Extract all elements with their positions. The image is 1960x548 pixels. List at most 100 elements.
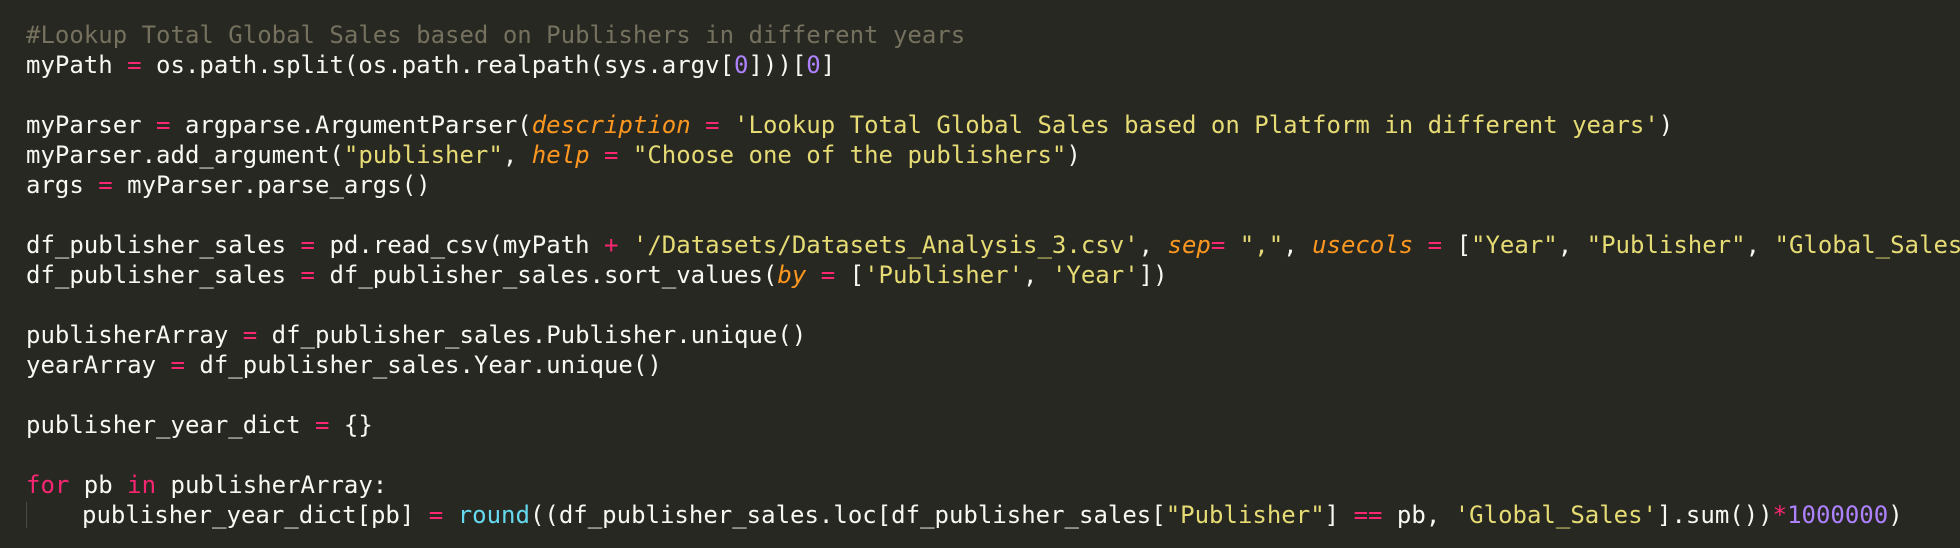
code-token-string: 'Year' [1051,261,1139,289]
code-token-operator: = [428,501,444,529]
code-token-operator: = [604,141,619,169]
code-token-ident: [ [1442,231,1472,259]
code-token-string: "publisher" [343,141,503,169]
code-token-operator: = [300,261,315,289]
code-token-ident: ((df_publisher_sales.loc[df_publisher_sa… [529,501,1166,529]
code-token-number: 0 [734,51,749,79]
code-token-ident: publisher_year_dict [26,411,315,439]
code-token-ident: , [1023,261,1052,289]
code-token-operator: = [242,321,258,349]
code-token-ident: pb [69,471,128,499]
code-token-ident: ) [1066,141,1081,169]
code-token-ident: pd.read_csv(myPath [315,231,604,259]
code-token-operator: + [603,231,619,259]
code-token-string: "Publisher" [1586,231,1746,259]
code-line[interactable]: publisher_year_dict = {} [26,410,1960,440]
code-editor[interactable]: #Lookup Total Global Sales based on Publ… [0,0,1960,548]
code-token-param: sep [1167,231,1211,259]
code-token-keyword: in [127,471,157,499]
code-token-param: help [531,141,590,169]
code-token-ident [1413,231,1427,259]
code-token-ident: df_publisher_sales [26,261,301,289]
code-line[interactable]: for pb in publisherArray: [26,470,1960,500]
code-token-ident [1225,231,1239,259]
code-token-ident: ]) [1138,261,1168,289]
code-token-param: by [777,261,807,289]
code-line[interactable]: publisher_year_dict[pb] = round((df_publ… [26,500,1960,530]
code-token-comment: #Lookup Total Global Sales based on Publ… [26,21,966,49]
code-token-ident: {} [329,411,373,439]
code-token-operator: * [1772,501,1788,529]
code-line[interactable]: df_publisher_sales = pd.read_csv(myPath … [26,230,1960,260]
code-line[interactable] [26,80,1960,110]
code-token-ident [618,141,632,169]
code-token-ident: ].sum()) [1657,501,1773,529]
code-line[interactable]: publisherArray = df_publisher_sales.Publ… [26,320,1960,350]
code-token-ident [443,501,457,529]
code-line[interactable]: args = myParser.parse_args() [26,170,1960,200]
code-token-ident: df_publisher_sales [26,231,301,259]
code-token-ident [618,231,632,259]
indent-guide [26,502,27,528]
code-token-ident: , [1138,231,1168,259]
code-line[interactable]: myPath = os.path.split(os.path.realpath(… [26,50,1960,80]
code-token-operator: = [820,261,836,289]
code-token-ident: myParser.parse_args() [112,171,431,199]
code-token-ident: publisherArray: [156,471,388,499]
code-line[interactable]: myParser = argparse.ArgumentParser(descr… [26,110,1960,140]
code-token-ident: myParser [26,111,157,139]
code-token-ident [720,111,734,139]
code-token-string: "Choose one of the publishers" [632,141,1067,169]
code-line[interactable]: yearArray = df_publisher_sales.Year.uniq… [26,350,1960,380]
code-token-ident: df_publisher_sales.sort_values( [315,261,778,289]
code-token-operator: = [98,171,113,199]
code-token-keyword: for [26,471,70,499]
code-line[interactable] [26,380,1960,410]
code-token-ident: , [1283,231,1313,259]
code-token-operator: = [1427,231,1443,259]
code-token-ident: args [26,171,99,199]
code-line[interactable]: myParser.add_argument("publisher", help … [26,140,1960,170]
code-token-ident: ] [1324,501,1354,529]
code-token-operator: = [1210,231,1226,259]
code-token-ident: ]))[ [748,51,807,79]
code-token-ident: ) [1888,501,1903,529]
code-token-operator: = [170,351,185,379]
code-token-string: 'Lookup Total Global Sales based on Plat… [734,111,1659,139]
code-token-ident: publisherArray [26,321,243,349]
code-token-string: "Year" [1471,231,1558,259]
code-token-ident: myPath [26,51,128,79]
code-token-ident: ) [1658,111,1674,139]
code-token-ident: [ [835,261,865,289]
code-line[interactable] [26,200,1960,230]
code-token-number: 1000000 [1787,501,1889,529]
code-token-string: 'Global_Sales' [1454,501,1658,529]
code-token-ident: df_publisher_sales.Year.unique() [184,351,662,379]
code-token-builtin: round [457,501,530,529]
code-token-ident [590,141,604,169]
code-token-string: '/Datasets/Datasets_Analysis_3.csv' [632,231,1139,259]
code-token-string: "," [1239,231,1284,259]
code-token-ident [806,261,820,289]
code-token-ident: ] [820,51,836,79]
code-token-string: "Publisher" [1165,501,1325,529]
code-token-operator: = [314,411,330,439]
code-line[interactable]: #Lookup Total Global Sales based on Publ… [26,20,1960,50]
code-token-ident: pb, [1382,501,1455,529]
code-token-ident: myParser.add_argument( [26,141,344,169]
code-token-string: 'Publisher' [864,261,1024,289]
code-token-param: description [531,111,691,139]
code-token-ident: , [502,141,532,169]
code-token-operator: = [156,111,171,139]
code-token-operator: = [705,111,720,139]
code-token-ident: , [1745,231,1775,259]
code-token-ident: df_publisher_sales.Publisher.unique() [257,321,807,349]
code-token-operator: == [1353,501,1383,529]
code-token-ident: publisher_year_dict[pb] [82,501,429,529]
code-token-ident: argparse.ArgumentParser( [170,111,532,139]
code-line[interactable] [26,290,1960,320]
code-line[interactable]: df_publisher_sales = df_publisher_sales.… [26,260,1960,290]
code-token-ident: os.path.split(os.path.realpath(sys.argv[ [141,51,735,79]
code-line[interactable] [26,440,1960,470]
code-token-param: usecols [1312,231,1414,259]
